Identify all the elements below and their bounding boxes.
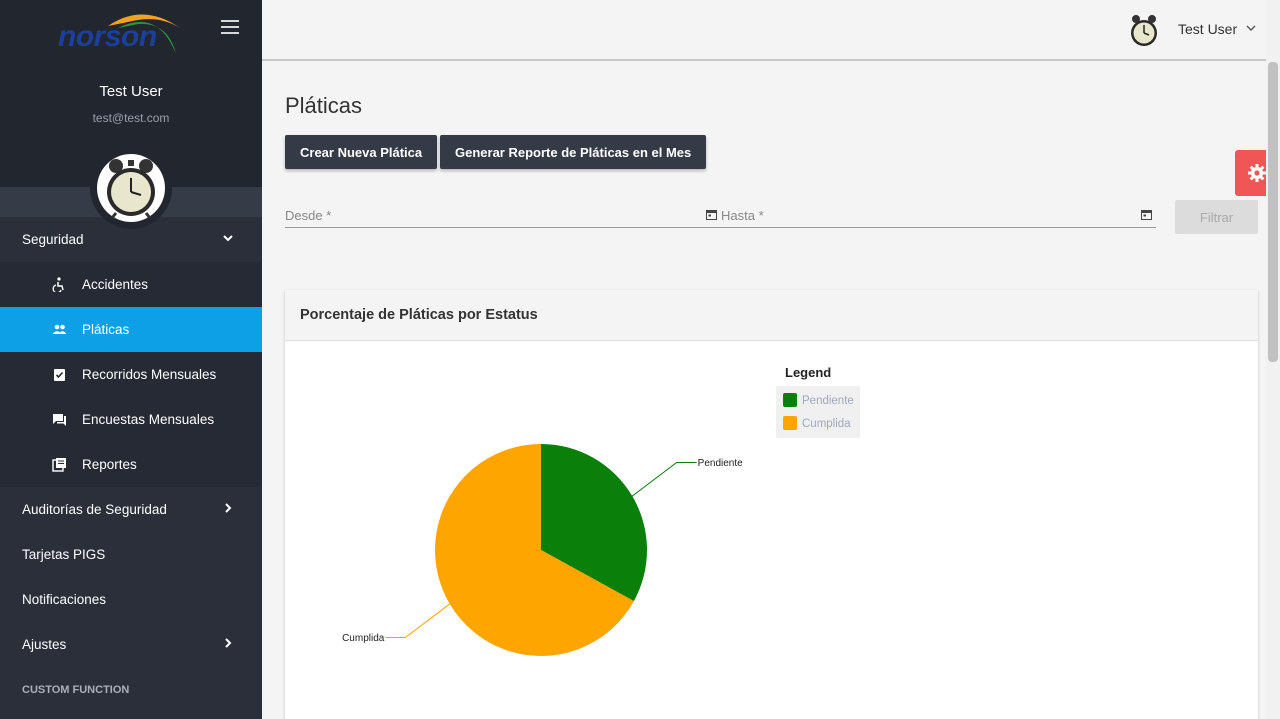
sidebar-item-label: Tarjetas PIGS [22, 547, 106, 562]
legend-label-pendiente[interactable]: Pendiente [802, 395, 854, 407]
gear-icon [1248, 164, 1266, 182]
forum-icon [53, 414, 66, 426]
topbar: Test User [262, 0, 1266, 61]
sidebar-item-label: Accidentes [82, 277, 149, 292]
generate-report-button[interactable]: Generar Reporte de Pláticas en el Mes [440, 135, 707, 169]
sidebar-item-ajustes[interactable]: Ajustes [0, 622, 262, 667]
chevron-right-icon [225, 638, 232, 648]
sidebar-item-label: Notificaciones [22, 592, 107, 607]
sidebar-item-platicas[interactable]: Pláticas [0, 307, 262, 352]
sidebar-item-label: Reportes [82, 457, 137, 472]
checklist-icon [54, 369, 65, 381]
logo[interactable]: norson [58, 8, 188, 58]
logo-text: norson [58, 20, 157, 53]
topbar-user-name[interactable]: Test User [1178, 21, 1237, 37]
sidebar-item-auditorias[interactable]: Auditorías de Seguridad [0, 487, 262, 532]
status-chart-card: Porcentaje de Pláticas por Estatus Pendi… [285, 290, 1258, 719]
user-avatar[interactable] [1128, 14, 1160, 48]
alarm-clock-icon [107, 159, 155, 219]
sidebar-item-label: Recorridos Mensuales [82, 367, 217, 382]
sidebar-item-encuestas[interactable]: Encuestas Mensuales [0, 397, 262, 442]
scrollbar-thumb[interactable] [1268, 62, 1278, 362]
sidebar-section-label: CUSTOM FUNCTION [22, 684, 130, 696]
hasta-label: Hasta * [721, 208, 764, 223]
sidebar-user-email: test@test.com [92, 111, 170, 125]
create-platica-button[interactable]: Crear Nueva Plática [285, 135, 438, 169]
hasta-field[interactable]: Hasta * [715, 200, 1156, 228]
card-title: Porcentaje de Pláticas por Estatus [285, 290, 1258, 341]
sidebar-item-label: Seguridad [22, 232, 84, 247]
sidebar-item-notificaciones[interactable]: Notificaciones [0, 577, 262, 622]
legend-title: Legend [785, 365, 831, 380]
callout-line-cumplida [385, 603, 451, 639]
sidebar-menu: Seguridad Accidentes Pláticas Recorridos… [0, 217, 262, 705]
sidebar-user-name: Test User [99, 83, 163, 100]
sidebar: norson Test User test@test.com Seguridad [0, 0, 262, 719]
pie-chart: Pendiente Cumplida Legend Pendiente Cumpli… [342, 365, 860, 656]
accessibility-icon [52, 277, 64, 292]
sidebar-item-label: Encuestas Mensuales [82, 412, 215, 427]
calendar-icon[interactable] [1141, 209, 1152, 220]
chevron-down-icon [223, 235, 233, 242]
chart-legend: Legend Pendiente Cumplida [776, 365, 860, 438]
sidebar-item-seguridad[interactable]: Seguridad [0, 217, 262, 262]
chevron-right-icon [225, 503, 232, 513]
sidebar-item-tarjetas-pigs[interactable]: Tarjetas PIGS [0, 532, 262, 577]
sidebar-item-reportes[interactable]: Reportes [0, 442, 262, 487]
slice-label-pendiente: Pendiente [698, 458, 743, 469]
legend-swatch-pendiente[interactable] [783, 393, 797, 407]
legend-label-cumplida[interactable]: Cumplida [802, 418, 851, 430]
desde-field[interactable]: Desde * [285, 200, 717, 228]
sidebar-item-label: Pláticas [82, 322, 130, 337]
group-icon [52, 324, 67, 334]
library-books-icon [52, 458, 66, 472]
sidebar-item-label: Auditorías de Seguridad [22, 502, 167, 517]
sidebar-item-accidentes[interactable]: Accidentes [0, 262, 262, 307]
page-title: Pláticas [285, 93, 363, 118]
slice-label-cumplida: Cumplida [342, 633, 385, 644]
chevron-down-icon[interactable] [1246, 24, 1256, 32]
legend-swatch-cumplida[interactable] [783, 416, 797, 430]
menu-toggle-icon[interactable] [221, 20, 239, 34]
callout-line-pendiente [631, 461, 697, 497]
filter-button[interactable]: Filtrar [1175, 200, 1258, 234]
sidebar-item-recorridos[interactable]: Recorridos Mensuales [0, 352, 262, 397]
sidebar-item-label: Ajustes [22, 637, 67, 652]
desde-label: Desde * [285, 208, 332, 223]
